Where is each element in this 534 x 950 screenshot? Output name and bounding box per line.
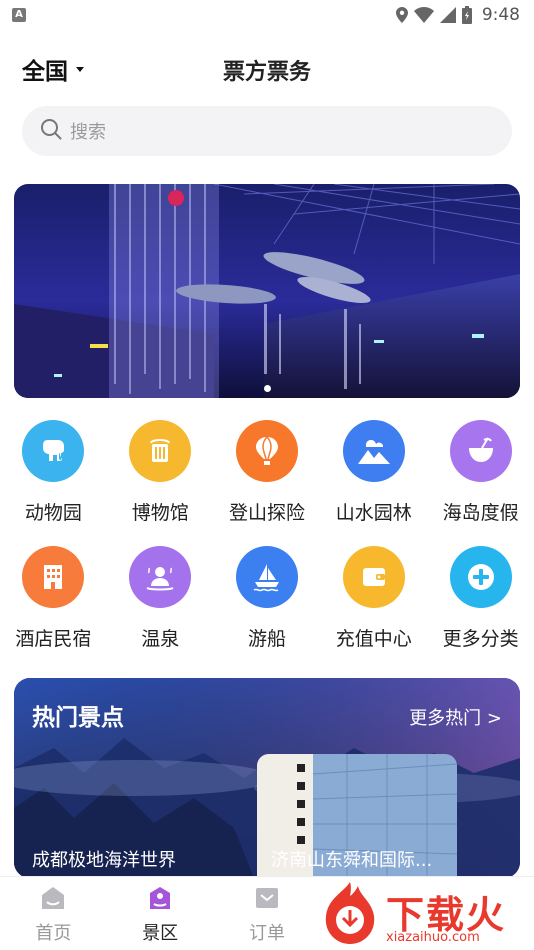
- balloon-icon: [235, 420, 298, 482]
- search-bar[interactable]: 搜索: [22, 106, 512, 156]
- category-label: 山水园林: [335, 502, 412, 524]
- mountain-icon: [342, 420, 405, 482]
- page-title: 票方票务: [222, 60, 311, 85]
- category-row: 酒店民宿 温泉 游船 充值中心 更多分类: [0, 544, 534, 670]
- category-recharge[interactable]: 充值中心: [320, 544, 427, 670]
- category-label: 博物馆: [131, 502, 189, 524]
- status-bar: A 9:48: [0, 0, 534, 30]
- battery-icon: [461, 6, 472, 24]
- flame-logo-icon: [325, 882, 375, 944]
- wifi-icon: [413, 7, 434, 23]
- category-island[interactable]: 海岛度假: [427, 418, 534, 544]
- search-icon: [40, 118, 62, 144]
- nav-label: 订单: [248, 923, 285, 944]
- carousel-dot[interactable]: [263, 385, 271, 392]
- a-icon: A: [12, 8, 26, 22]
- attraction-name[interactable]: 济南山东舜和国际...: [271, 846, 451, 872]
- hot-section-title: 热门景点: [32, 705, 124, 731]
- category-landscape[interactable]: 山水园林: [320, 418, 427, 544]
- nav-label: 首页: [35, 923, 72, 944]
- category-label: 动物园: [24, 502, 82, 524]
- watermark-logo: 下载火 xiazaihuo.com: [316, 878, 534, 950]
- hot-attractions-section: 热门景点 更多热门 > 成都极地海洋世界 济南山东舜和国际...: [14, 678, 520, 878]
- more-hot-link[interactable]: 更多热门 >: [409, 704, 502, 730]
- category-label: 充值中心: [335, 628, 412, 650]
- watermark-url: xiazaihuo.com: [386, 930, 480, 945]
- elephant-icon: [22, 420, 85, 482]
- category-label: 登山探险: [228, 502, 305, 524]
- category-row: 动物园 博物馆 登山探险 山水园林 海岛度假: [0, 418, 534, 544]
- status-icons: 9:48: [395, 4, 520, 26]
- category-label: 酒店民宿: [15, 628, 92, 650]
- category-museum[interactable]: 博物馆: [107, 418, 214, 544]
- category-climbing[interactable]: 登山探险: [214, 418, 321, 544]
- scenic-icon: [146, 885, 174, 915]
- nav-home[interactable]: 首页: [0, 877, 107, 950]
- banner-image: [14, 184, 520, 398]
- search-input[interactable]: 搜索: [70, 118, 106, 144]
- order-icon: [253, 885, 281, 915]
- category-zoo[interactable]: 动物园: [0, 418, 107, 544]
- category-boat[interactable]: 游船: [214, 544, 321, 670]
- category-hot-spring[interactable]: 温泉: [107, 544, 214, 670]
- hot-spring-icon: [129, 546, 192, 608]
- category-label: 更多分类: [442, 628, 519, 650]
- category-label: 海岛度假: [442, 502, 519, 524]
- attraction-name[interactable]: 成都极地海洋世界: [32, 846, 176, 872]
- home-icon: [39, 885, 67, 915]
- banner-carousel[interactable]: [14, 184, 520, 398]
- category-more[interactable]: 更多分类: [427, 544, 534, 670]
- nav-order[interactable]: 订单: [214, 877, 321, 950]
- nav-label: 景区: [142, 923, 179, 944]
- category-grid: 动物园 博物馆 登山探险 山水园林 海岛度假 酒店民宿 温泉 游船 充值中心 更…: [0, 418, 534, 670]
- coconut-icon: [449, 420, 512, 482]
- carousel-indicators: [14, 385, 520, 392]
- plus-icon: [449, 546, 512, 608]
- category-hotel[interactable]: 酒店民宿: [0, 544, 107, 670]
- location-icon: [395, 7, 408, 23]
- category-label: 游船: [247, 628, 286, 650]
- hotel-icon: [22, 546, 85, 608]
- signal-icon: [439, 7, 456, 23]
- nav-scenic[interactable]: 景区: [107, 877, 214, 950]
- boat-icon: [235, 546, 298, 608]
- museum-icon: [129, 420, 192, 482]
- category-label: 温泉: [141, 628, 180, 650]
- wallet-icon: [342, 546, 405, 608]
- status-time: 9:48: [481, 5, 520, 25]
- header: 全国 票方票务: [0, 44, 534, 90]
